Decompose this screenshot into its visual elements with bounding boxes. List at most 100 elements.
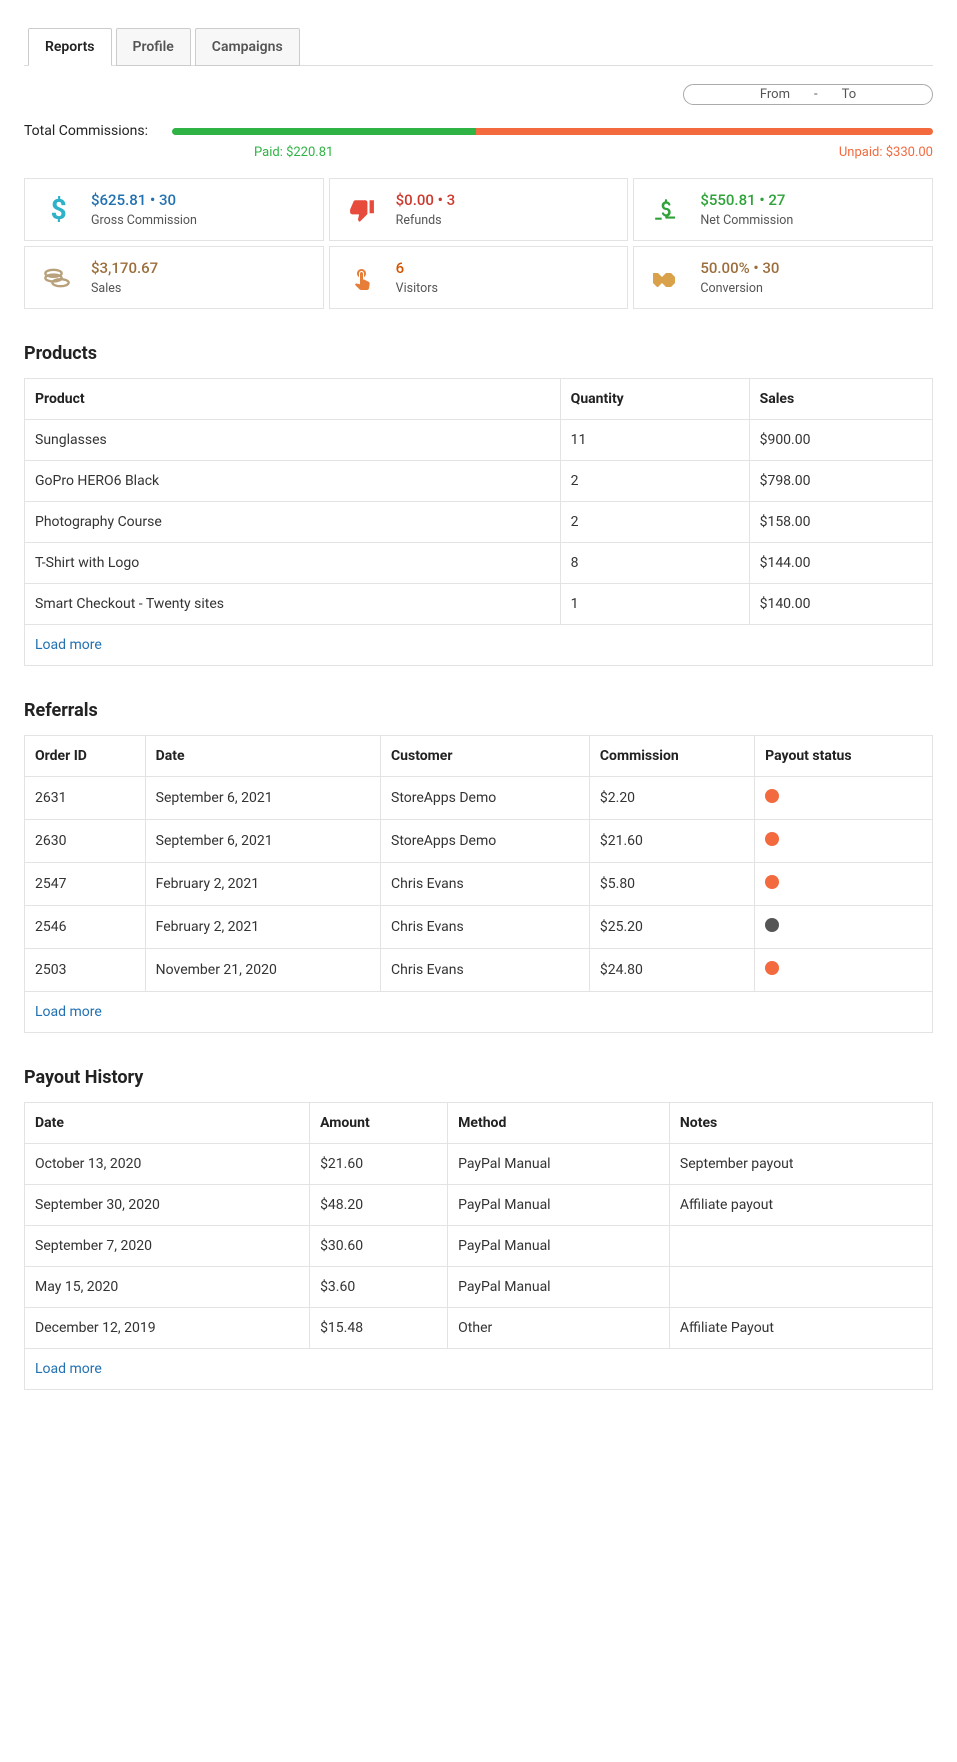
cell-customer: StoreApps Demo xyxy=(381,777,590,820)
status-dot-icon xyxy=(765,961,779,975)
tab-campaigns[interactable]: Campaigns xyxy=(195,28,300,66)
progress-paid xyxy=(172,128,476,135)
table-row: GoPro HERO6 Black 2 $798.00 xyxy=(25,461,933,502)
cell-payout-status xyxy=(755,906,933,949)
col-date: Date xyxy=(25,1103,310,1144)
cell-quantity: 1 xyxy=(560,584,749,625)
total-commissions-row: Total Commissions: xyxy=(24,123,933,139)
cell-payout-status xyxy=(755,820,933,863)
hand-dollar-icon xyxy=(648,192,684,228)
cell-commission: $21.60 xyxy=(589,820,754,863)
col-payout-status: Payout status xyxy=(755,736,933,777)
kpi-value: $625.81 • 30 xyxy=(91,191,309,209)
status-dot-icon xyxy=(765,918,779,932)
table-row: T-Shirt with Logo 8 $144.00 xyxy=(25,543,933,584)
table-row: 2547 February 2, 2021 Chris Evans $5.80 xyxy=(25,863,933,906)
cell-payout-status xyxy=(755,777,933,820)
cell-customer: Chris Evans xyxy=(381,863,590,906)
referrals-load-more[interactable]: Load more xyxy=(35,1004,102,1020)
cell-order-id: 2630 xyxy=(25,820,146,863)
cell-payout-status xyxy=(755,863,933,906)
col-date: Date xyxy=(145,736,380,777)
table-row: December 12, 2019 $15.48 Other Affiliate… xyxy=(25,1308,933,1349)
kpi-label: Sales xyxy=(91,281,309,296)
table-row: 2631 September 6, 2021 StoreApps Demo $2… xyxy=(25,777,933,820)
cell-commission: $24.80 xyxy=(589,949,754,992)
kpi-value: $3,170.67 xyxy=(91,259,309,277)
cell-product: T-Shirt with Logo xyxy=(25,543,561,584)
progress-unpaid xyxy=(476,128,933,135)
col-commission: Commission xyxy=(589,736,754,777)
payouts-load-more[interactable]: Load more xyxy=(35,1361,102,1377)
cell-product: Sunglasses xyxy=(25,420,561,461)
kpi-label: Net Commission xyxy=(700,213,918,228)
cell-notes xyxy=(669,1267,932,1308)
kpi-net-commission: $550.81 • 27 Net Commission xyxy=(633,178,933,241)
table-row: October 13, 2020 $21.60 PayPal Manual Se… xyxy=(25,1144,933,1185)
col-notes: Notes xyxy=(669,1103,932,1144)
kpi-conversion: 50.00% • 30 Conversion xyxy=(633,246,933,309)
kpi-grid: $ $625.81 • 30 Gross Commission $0.00 • … xyxy=(24,178,933,309)
cell-payout-status xyxy=(755,949,933,992)
cell-notes xyxy=(669,1226,932,1267)
dollar-icon: $ xyxy=(39,192,75,228)
tab-profile[interactable]: Profile xyxy=(116,28,191,66)
cell-date: September 30, 2020 xyxy=(25,1185,310,1226)
cell-date: October 13, 2020 xyxy=(25,1144,310,1185)
cell-method: Other xyxy=(448,1308,670,1349)
payouts-title: Payout History xyxy=(24,1067,933,1088)
date-to-label: To xyxy=(842,87,857,102)
cell-notes: September payout xyxy=(669,1144,932,1185)
cell-product: Smart Checkout - Twenty sites xyxy=(25,584,561,625)
total-commissions-label: Total Commissions: xyxy=(24,123,148,139)
cell-date: September 7, 2020 xyxy=(25,1226,310,1267)
status-dot-icon xyxy=(765,789,779,803)
kpi-value: $550.81 • 27 xyxy=(700,191,918,209)
kpi-label: Conversion xyxy=(700,281,918,296)
payouts-table: Date Amount Method Notes October 13, 202… xyxy=(24,1102,933,1390)
kpi-value: 6 xyxy=(396,259,614,277)
products-title: Products xyxy=(24,343,933,364)
cell-sales: $140.00 xyxy=(749,584,932,625)
cell-date: December 12, 2019 xyxy=(25,1308,310,1349)
products-load-more[interactable]: Load more xyxy=(35,637,102,653)
pointer-icon xyxy=(344,260,380,296)
cell-amount: $3.60 xyxy=(310,1267,448,1308)
cell-method: PayPal Manual xyxy=(448,1144,670,1185)
referrals-title: Referrals xyxy=(24,700,933,721)
date-range-row: From - To xyxy=(24,84,933,105)
svg-text:$: $ xyxy=(51,196,67,224)
cell-notes: Affiliate Payout xyxy=(669,1308,932,1349)
cell-notes: Affiliate payout xyxy=(669,1185,932,1226)
kpi-refunds: $0.00 • 3 Refunds xyxy=(329,178,629,241)
cell-sales: $798.00 xyxy=(749,461,932,502)
date-range-picker[interactable]: From - To xyxy=(683,84,933,105)
table-row: May 15, 2020 $3.60 PayPal Manual xyxy=(25,1267,933,1308)
tab-reports[interactable]: Reports xyxy=(28,28,112,66)
cell-commission: $5.80 xyxy=(589,863,754,906)
cell-date: November 21, 2020 xyxy=(145,949,380,992)
kpi-visitors: 6 Visitors xyxy=(329,246,629,309)
cell-date: May 15, 2020 xyxy=(25,1267,310,1308)
cell-sales: $158.00 xyxy=(749,502,932,543)
progress-labels: Paid: $220.81 Unpaid: $330.00 xyxy=(254,145,933,160)
cell-customer: StoreApps Demo xyxy=(381,820,590,863)
kpi-sales: $3,170.67 Sales xyxy=(24,246,324,309)
products-table: Product Quantity Sales Sunglasses 11 $90… xyxy=(24,378,933,666)
cell-date: September 6, 2021 xyxy=(145,777,380,820)
table-row: September 7, 2020 $30.60 PayPal Manual xyxy=(25,1226,933,1267)
paid-amount-label: Paid: $220.81 xyxy=(254,145,333,160)
col-method: Method xyxy=(448,1103,670,1144)
cell-amount: $30.60 xyxy=(310,1226,448,1267)
date-sep: - xyxy=(814,87,818,102)
col-customer: Customer xyxy=(381,736,590,777)
cell-quantity: 11 xyxy=(560,420,749,461)
cell-method: PayPal Manual xyxy=(448,1185,670,1226)
table-row: 2630 September 6, 2021 StoreApps Demo $2… xyxy=(25,820,933,863)
cell-amount: $48.20 xyxy=(310,1185,448,1226)
cell-date: February 2, 2021 xyxy=(145,863,380,906)
cell-quantity: 2 xyxy=(560,502,749,543)
table-row: Sunglasses 11 $900.00 xyxy=(25,420,933,461)
col-product: Product xyxy=(25,379,561,420)
cell-quantity: 8 xyxy=(560,543,749,584)
